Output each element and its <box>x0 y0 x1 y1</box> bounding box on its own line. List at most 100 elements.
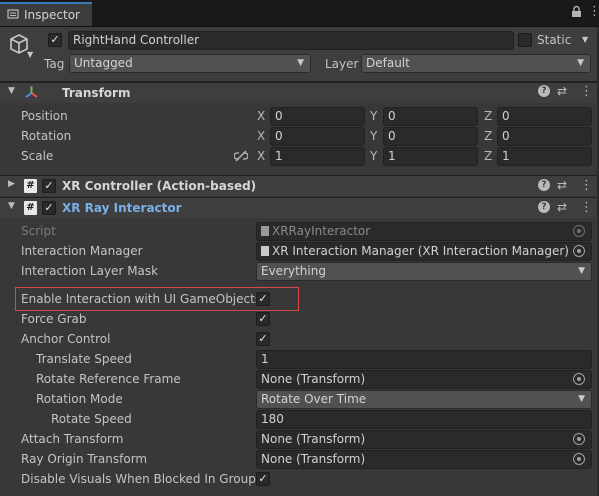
rotation-x-field[interactable]: 0 <box>270 127 365 146</box>
scale-y-field[interactable]: 1 <box>383 147 478 166</box>
rotation-y-field[interactable]: 0 <box>383 127 478 146</box>
transform-foldout-icon[interactable]: ▼ <box>8 86 15 96</box>
xr-controller-title: XR Controller (Action-based) <box>62 179 257 193</box>
rotation-mode-dropdown-arrow-icon: ▼ <box>578 394 585 404</box>
layer-value: Default <box>366 56 410 70</box>
tag-value: Untagged <box>74 56 133 70</box>
scale-x-field[interactable]: 1 <box>270 147 365 166</box>
transform-more-icon[interactable]: ⋮ <box>580 84 593 99</box>
xr-ray-more-icon[interactable]: ⋮ <box>580 200 593 215</box>
tab-menu-icon[interactable]: ⋮ <box>588 4 599 19</box>
xr-ray-enabled-checkbox[interactable]: ✓ <box>42 201 56 215</box>
interaction-layer-mask-dropdown[interactable]: Everything ▼ <box>256 262 592 281</box>
force-grab-label: Force Grab <box>21 312 87 326</box>
layer-mask-dropdown-arrow-icon: ▼ <box>578 266 585 276</box>
translate-speed-label: Translate Speed <box>36 352 132 366</box>
tab-inspector[interactable]: Inspector <box>0 2 92 26</box>
xr-ray-help-icon[interactable]: ? <box>538 201 550 213</box>
xr-ray-title: XR Ray Interactor <box>62 201 182 215</box>
script-field: XRRayInteractor <box>256 222 592 241</box>
tag-dropdown[interactable]: Untagged ▼ <box>69 54 311 73</box>
object-header: ▼ ✓ RightHand Controller Static ▼ Tag Un… <box>0 27 599 82</box>
translate-speed-field[interactable]: 1 <box>256 350 592 369</box>
interaction-layer-mask-value: Everything <box>261 264 326 278</box>
anchor-control-checkbox[interactable]: ✓ <box>256 332 270 346</box>
constrain-proportions-icon[interactable] <box>233 150 249 165</box>
ray-origin-transform-field[interactable]: None (Transform) <box>256 450 592 469</box>
attach-transform-value: None (Transform) <box>261 432 366 446</box>
script-hash-icon: # <box>24 179 37 193</box>
transform-help-icon[interactable]: ? <box>538 85 550 97</box>
position-x-label[interactable]: X <box>257 109 265 123</box>
layer-dropdown-arrow-icon: ▼ <box>577 58 584 68</box>
scale-y-label[interactable]: Y <box>370 149 377 163</box>
xr-ray-header[interactable]: ▼ # ✓ XR Ray Interactor ? ⇄ ⋮ <box>0 197 599 218</box>
xr-controller-header[interactable]: ▶ # ✓ XR Controller (Action-based) ? ⇄ ⋮ <box>0 175 599 196</box>
rotate-speed-field[interactable]: 180 <box>256 410 592 429</box>
attach-transform-label: Attach Transform <box>21 432 124 446</box>
transform-header[interactable]: ▼ Transform ? ⇄ ⋮ <box>0 82 599 103</box>
scale-label: Scale <box>21 149 54 163</box>
force-grab-checkbox[interactable]: ✓ <box>256 312 270 326</box>
static-label: Static <box>537 33 572 47</box>
rotation-z-field[interactable]: 0 <box>497 127 592 146</box>
enable-ui-interaction-checkbox[interactable]: ✓ <box>256 292 270 306</box>
transform-title: Transform <box>62 86 131 100</box>
enable-ui-interaction-label: Enable Interaction with UI GameObjects <box>21 292 262 306</box>
interaction-manager-value: XR Interaction Manager (XR Interaction M… <box>272 244 569 258</box>
rotate-ref-picker-icon[interactable] <box>573 373 585 385</box>
disable-visuals-checkbox[interactable]: ✓ <box>256 472 270 486</box>
position-x-field[interactable]: 0 <box>270 107 365 126</box>
script-picker-icon <box>573 225 585 237</box>
anchor-control-label: Anchor Control <box>21 332 111 346</box>
transform-axes-icon <box>24 85 39 103</box>
rotation-z-label[interactable]: Z <box>484 129 492 143</box>
script-hash-icon: # <box>24 201 37 215</box>
ray-origin-transform-value: None (Transform) <box>261 452 366 466</box>
attach-transform-picker-icon[interactable] <box>573 433 585 445</box>
tab-label: Inspector <box>24 8 80 22</box>
xr-controller-enabled-checkbox[interactable]: ✓ <box>42 179 56 193</box>
static-checkbox[interactable] <box>518 33 532 47</box>
rotation-y-label[interactable]: Y <box>370 129 377 143</box>
xr-ray-foldout-icon[interactable]: ▼ <box>8 201 15 211</box>
static-dropdown-arrow-icon[interactable]: ▼ <box>582 35 588 44</box>
tag-label: Tag <box>44 57 65 71</box>
rotation-mode-value: Rotate Over Time <box>261 392 367 406</box>
interaction-layer-mask-label: Interaction Layer Mask <box>21 264 159 278</box>
disable-visuals-label: Disable Visuals When Blocked In Group <box>21 472 256 486</box>
position-y-field[interactable]: 0 <box>383 107 478 126</box>
interaction-manager-field[interactable]: XR Interaction Manager (XR Interaction M… <box>256 242 592 261</box>
xr-controller-more-icon[interactable]: ⋮ <box>580 178 593 193</box>
layer-dropdown[interactable]: Default ▼ <box>361 54 591 73</box>
script-label: Script <box>21 224 56 238</box>
xr-ray-presets-icon[interactable]: ⇄ <box>557 200 567 214</box>
scale-z-field[interactable]: 1 <box>497 147 592 166</box>
ray-origin-transform-label: Ray Origin Transform <box>21 452 148 466</box>
scale-z-label[interactable]: Z <box>484 149 492 163</box>
ray-origin-picker-icon[interactable] <box>573 453 585 465</box>
position-z-field[interactable]: 0 <box>497 107 592 126</box>
xr-controller-help-icon[interactable]: ? <box>538 179 550 191</box>
attach-transform-field[interactable]: None (Transform) <box>256 430 592 449</box>
rotation-x-label[interactable]: X <box>257 129 265 143</box>
position-y-label[interactable]: Y <box>370 109 377 123</box>
rotate-reference-frame-field[interactable]: None (Transform) <box>256 370 592 389</box>
icon-dropdown-arrow-icon[interactable]: ▼ <box>27 50 33 59</box>
script-file-icon <box>261 226 269 236</box>
rotation-label: Rotation <box>21 129 72 143</box>
rotate-speed-label: Rotate Speed <box>51 412 132 426</box>
scale-x-label[interactable]: X <box>257 149 265 163</box>
position-label: Position <box>21 109 68 123</box>
active-checkbox[interactable]: ✓ <box>48 33 62 47</box>
transform-presets-icon[interactable]: ⇄ <box>557 84 567 98</box>
xr-controller-foldout-icon[interactable]: ▶ <box>8 179 15 189</box>
rotation-mode-dropdown[interactable]: Rotate Over Time ▼ <box>256 390 592 409</box>
interaction-manager-picker-icon[interactable] <box>573 245 585 257</box>
lock-icon[interactable] <box>571 5 583 19</box>
xr-controller-presets-icon[interactable]: ⇄ <box>557 178 567 192</box>
position-z-label[interactable]: Z <box>484 109 492 123</box>
script-value: XRRayInteractor <box>272 224 371 238</box>
tag-dropdown-arrow-icon: ▼ <box>297 58 304 68</box>
object-name-field[interactable]: RightHand Controller <box>68 31 514 50</box>
